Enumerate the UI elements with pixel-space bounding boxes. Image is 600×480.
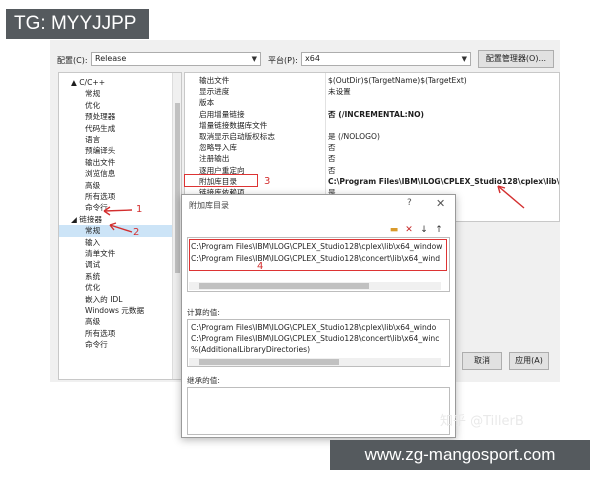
annotation-number-3: 3 [264,176,271,187]
annotation-arrow [497,185,525,209]
annotation-arrow [103,209,133,212]
annotation-number-4: 4 [257,261,264,272]
annotation-overlay [103,185,525,233]
annotation-number-2: 2 [133,227,140,238]
zhihu-watermark: 知乎 @TillerB [440,414,524,429]
watermark-bottom: www.zg-mangosport.com [330,440,590,470]
annotation-number-1: 1 [136,204,143,215]
